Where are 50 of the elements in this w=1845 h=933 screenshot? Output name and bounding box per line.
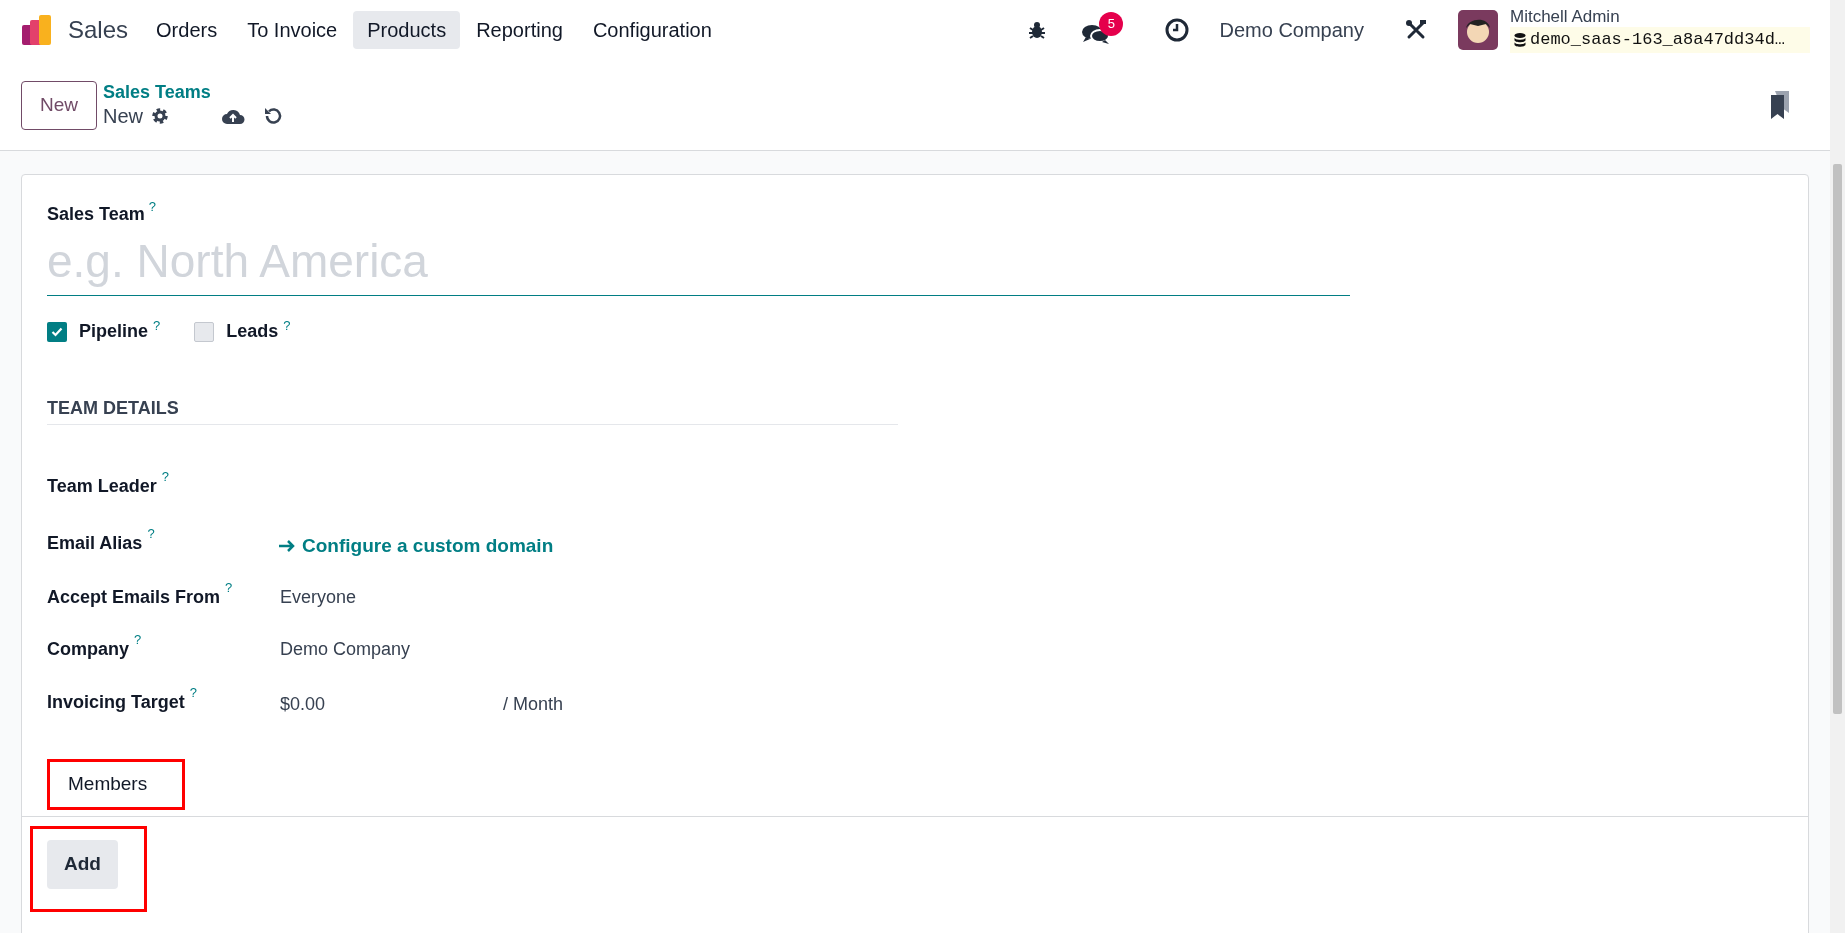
configure-domain-link[interactable]: Configure a custom domain xyxy=(278,531,554,561)
section-title: TEAM DETAILS xyxy=(47,395,898,425)
help-icon[interactable]: ? xyxy=(134,629,142,649)
app-logo-icon[interactable] xyxy=(20,13,54,47)
menu-item[interactable]: Orders xyxy=(142,11,232,49)
bug-icon[interactable] xyxy=(1027,20,1048,40)
menu-item[interactable]: To Invoice xyxy=(233,11,352,49)
checkbox[interactable] xyxy=(47,321,67,342)
field-label: Company xyxy=(47,637,129,661)
help-icon[interactable]: ? xyxy=(161,466,169,486)
database-icon xyxy=(1514,33,1526,47)
settings-icon[interactable] xyxy=(151,107,169,125)
breadcrumb-link[interactable]: Sales Teams xyxy=(103,81,283,103)
menu-item[interactable]: Reporting xyxy=(462,11,577,49)
help-icon[interactable]: ? xyxy=(148,197,156,217)
field-label: Accept Emails From xyxy=(47,585,221,609)
checkbox-label: Leads xyxy=(226,320,279,343)
field-value[interactable]: Everyone xyxy=(280,583,357,611)
checkbox[interactable] xyxy=(194,321,215,342)
app-name[interactable]: Sales xyxy=(68,12,129,48)
undo-icon[interactable] xyxy=(263,106,283,126)
new-button[interactable]: New xyxy=(21,80,97,130)
check-icon xyxy=(51,326,63,337)
menu-item[interactable]: Products xyxy=(353,11,461,49)
help-icon[interactable]: ? xyxy=(189,682,197,702)
bookmark-icon[interactable] xyxy=(1769,91,1791,119)
help-icon[interactable]: ? xyxy=(283,315,291,336)
scrollbar-thumb[interactable] xyxy=(1833,164,1842,714)
checkbox-label: Pipeline xyxy=(79,320,149,343)
add-button[interactable]: Add xyxy=(47,840,118,889)
field-label: Team Leader xyxy=(47,474,157,498)
period-label: / Month xyxy=(503,692,564,716)
arrow-icon xyxy=(278,539,296,553)
notification-badge: 5 xyxy=(1099,12,1124,36)
menu-item[interactable]: Configuration xyxy=(578,11,726,49)
field-label: Invoicing Target xyxy=(47,690,185,714)
database-name: demo_saas-163_a8a47dd34d… xyxy=(1530,29,1786,52)
avatar-icon[interactable] xyxy=(1458,10,1498,50)
record-title: New xyxy=(103,104,143,129)
company-switcher[interactable]: Demo Company xyxy=(1219,15,1364,45)
cloud-upload-icon[interactable] xyxy=(221,107,245,125)
user-name[interactable]: Mitchell Admin xyxy=(1510,7,1810,27)
help-icon[interactable]: ? xyxy=(147,523,155,543)
help-icon[interactable]: ? xyxy=(153,315,161,336)
amount-value[interactable]: $0.00 xyxy=(280,690,503,718)
help-icon[interactable]: ? xyxy=(225,577,233,597)
field-label: Sales Team xyxy=(47,203,145,226)
field-value[interactable]: Demo Company xyxy=(280,635,411,663)
clock-icon[interactable] xyxy=(1165,18,1190,42)
field-label: Email Alias xyxy=(47,531,143,555)
